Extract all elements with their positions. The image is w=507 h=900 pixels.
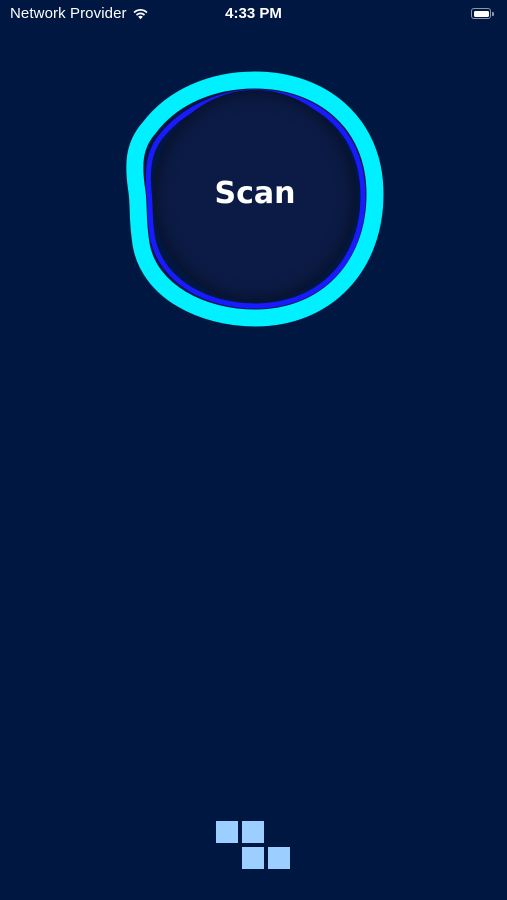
status-time: 4:33 PM	[225, 5, 282, 22]
scan-button-label: Scan	[214, 175, 296, 211]
tetromino-blocks-icon	[214, 819, 294, 873]
status-bar: Network Provider 4:33 PM	[0, 0, 507, 28]
scan-button[interactable]: Scan	[153, 90, 357, 302]
app-screen: Network Provider 4:33 PM Scan	[0, 0, 507, 900]
scan-control: Scan	[123, 66, 387, 330]
battery-full-icon	[471, 8, 495, 19]
